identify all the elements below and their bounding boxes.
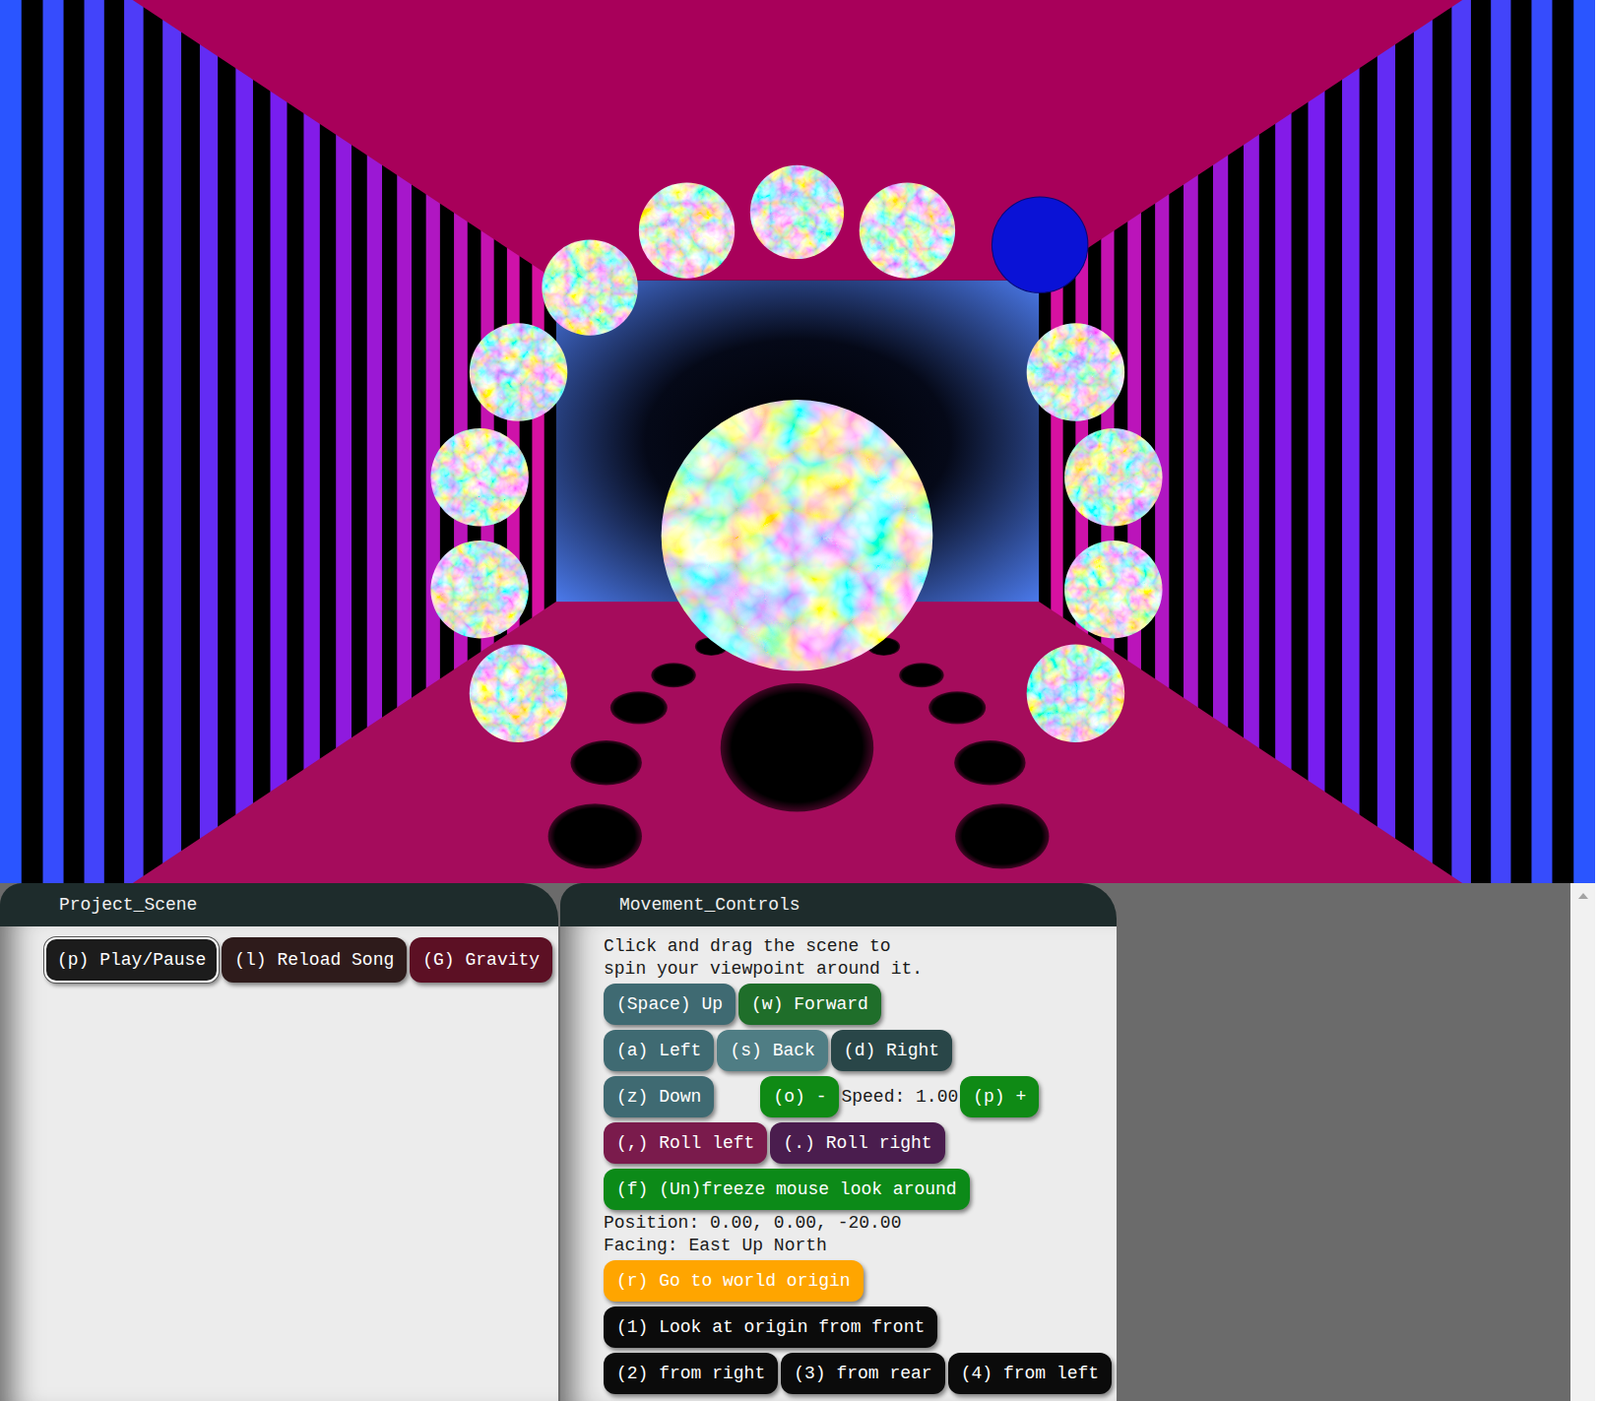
left-wall-stripe [124, 0, 144, 884]
speed-group: (o) -Speed: 1.00(p) + [760, 1076, 1039, 1118]
button-row: (Space) Up(w) Forward [603, 983, 1111, 1025]
control-button[interactable]: (r) Go to world origin [603, 1260, 864, 1302]
sphere[interactable] [1026, 322, 1126, 421]
left-wall-stripe [199, 0, 218, 884]
control-button[interactable]: (a) Left [603, 1029, 714, 1072]
sphere[interactable] [1026, 644, 1126, 743]
panel-body: (p) Play/Pause(l) Reload Song(G) Gravity [0, 926, 559, 1401]
button-row: (f) (Un)freeze mouse look around [603, 1168, 1111, 1211]
control-button[interactable]: (.) Roll right [769, 1122, 945, 1164]
scrollbar[interactable] [1570, 883, 1596, 1401]
control-button[interactable]: (w) Forward [738, 983, 882, 1025]
sphere[interactable] [469, 644, 569, 743]
left-wall-stripe [270, 0, 288, 884]
sphere-shadow [928, 691, 986, 724]
right-wall-stripe [1573, 0, 1596, 884]
right-wall-stripe [1275, 0, 1291, 884]
control-button[interactable]: (4) from left [948, 1352, 1112, 1395]
sphere[interactable] [639, 182, 735, 278]
info-line: Position: 0.00, 0.00, -20.00 [603, 1212, 1111, 1235]
control-button[interactable]: (o) - [760, 1076, 839, 1118]
sphere[interactable] [469, 322, 569, 421]
right-wall-stripe [1377, 0, 1396, 884]
sphere-shadow [954, 740, 1026, 786]
project-scene-panel: Project_Scene (p) Play/Pause(l) Reload So… [0, 883, 559, 1401]
left-wall-stripe [43, 0, 64, 884]
button-row: (r) Go to world origin [603, 1260, 1111, 1302]
sphere[interactable] [750, 165, 844, 259]
control-button[interactable]: (,) Roll left [603, 1122, 768, 1164]
control-button[interactable]: (2) from right [603, 1352, 778, 1395]
sphere[interactable] [859, 182, 956, 278]
right-wall-stripe [1342, 0, 1360, 884]
button-row: (z) Down (o) -Speed: 1.00(p) + [603, 1076, 1111, 1118]
left-wall-stripe [303, 0, 320, 884]
button-row: (1) Look at origin from front [603, 1306, 1111, 1348]
left-wall-stripe [84, 0, 105, 884]
control-button[interactable]: (s) Back [716, 1029, 828, 1072]
right-wall-stripe [1308, 0, 1326, 884]
scene-button[interactable]: (p) Play/Pause [44, 937, 219, 983]
left-wall-stripe [0, 0, 22, 884]
sphere-shadow [548, 803, 642, 869]
control-button[interactable]: (p) + [960, 1076, 1039, 1118]
info-line: Facing: East Up North [603, 1234, 1111, 1258]
right-wall-stripe [1531, 0, 1552, 884]
sphere-shadow [720, 683, 874, 813]
speed-readout: Speed: 1.00 [840, 1087, 959, 1107]
control-button[interactable]: (Space) Up [603, 983, 736, 1025]
sphere-shadow [650, 662, 697, 688]
sphere[interactable] [430, 428, 529, 526]
panel-header: Project_Scene [0, 883, 559, 927]
sphere-shadow [570, 740, 642, 786]
control-area: Project_Scene (p) Play/Pause(l) Reload So… [0, 883, 1596, 1401]
scene-canvas[interactable] [0, 0, 1596, 884]
sphere[interactable] [541, 239, 638, 335]
button-row: (p) Play/Pause(l) Reload Song(G) Gravity [44, 937, 551, 983]
panel-body: Click and drag the scene tospin your vie… [560, 926, 1117, 1401]
right-wall-stripe [1451, 0, 1472, 884]
sphere[interactable] [1064, 428, 1163, 526]
button-row: (,) Roll left(.) Roll right [603, 1122, 1111, 1164]
info-line: Click and drag the scene to [603, 935, 1111, 959]
empty-area [1118, 883, 1571, 1401]
right-wall-stripe [1413, 0, 1433, 884]
sphere[interactable] [661, 399, 934, 672]
scene-button[interactable]: (l) Reload Song [221, 937, 407, 983]
button-row: (2) from right(3) from rear(4) from left [603, 1352, 1111, 1395]
wall-background [0, 0, 1596, 884]
scroll-up-icon[interactable] [1578, 893, 1589, 899]
page: Project_Scene (p) Play/Pause(l) Reload So… [0, 0, 1600, 1401]
sphere-shadow [898, 662, 945, 688]
control-button[interactable]: (d) Right [831, 1029, 953, 1072]
control-button[interactable]: (f) (Un)freeze mouse look around [603, 1168, 970, 1211]
sphere[interactable] [430, 540, 529, 639]
sphere-shadow [610, 691, 668, 724]
button-row: (a) Left(s) Back(d) Right [603, 1029, 1111, 1072]
ceiling [132, 0, 1464, 281]
info-line: spin your viewpoint around it. [603, 958, 1111, 981]
left-wall-stripe [162, 0, 182, 884]
sphere-shadow [955, 803, 1049, 869]
sphere[interactable] [991, 196, 1088, 293]
panel-header: Movement_Controls [560, 883, 1117, 927]
right-wall-stripe [1490, 0, 1511, 884]
control-button[interactable]: (3) from rear [780, 1352, 945, 1395]
movement-controls-panel: Movement_ControlsClick and drag the scen… [560, 883, 1117, 1401]
control-button[interactable]: (z) Down [603, 1076, 714, 1118]
scene-button[interactable]: (G) Gravity [409, 937, 553, 983]
left-wall-stripe [235, 0, 254, 884]
sphere[interactable] [1064, 540, 1163, 639]
control-button[interactable]: (1) Look at origin from front [603, 1306, 938, 1348]
